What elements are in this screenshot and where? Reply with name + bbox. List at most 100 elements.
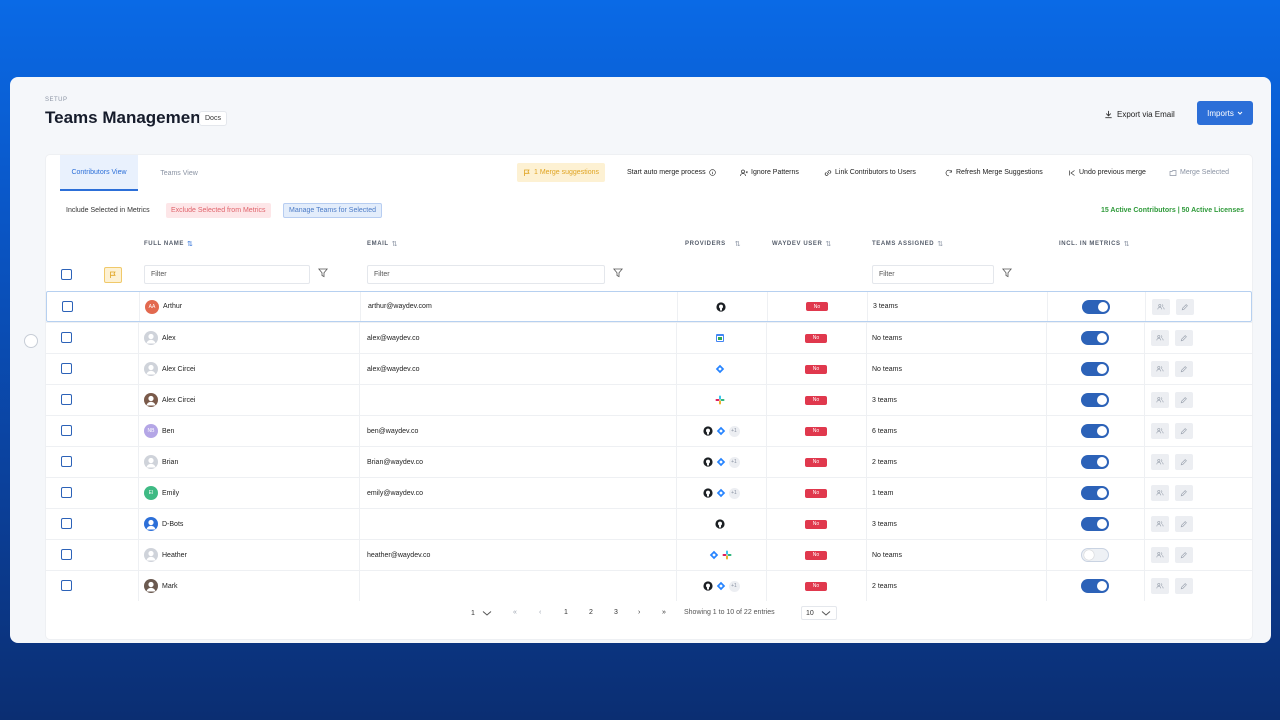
incl-metrics-toggle[interactable] bbox=[1081, 517, 1109, 531]
row-checkbox[interactable] bbox=[61, 580, 72, 591]
tab-teams-view[interactable]: Teams View bbox=[144, 155, 214, 191]
ignore-patterns-button[interactable]: Ignore Patterns bbox=[734, 163, 805, 182]
page-button-2[interactable]: 2 bbox=[589, 609, 593, 616]
page-select[interactable]: 1 bbox=[471, 609, 493, 617]
more-providers-badge[interactable]: +1 bbox=[728, 487, 740, 499]
col-header-waydev-user[interactable]: WAYDEV USER ⇅ bbox=[772, 240, 832, 248]
more-providers-badge[interactable]: +1 bbox=[728, 425, 740, 437]
manage-teams-row-button[interactable] bbox=[1151, 361, 1169, 377]
exclude-selected-button[interactable]: Exclude Selected from Metrics bbox=[166, 203, 271, 218]
undo-label: Undo previous merge bbox=[1079, 169, 1146, 176]
incl-metrics-toggle[interactable] bbox=[1081, 455, 1109, 469]
more-providers-badge[interactable]: +1 bbox=[728, 580, 740, 592]
merge-suggestions-button[interactable]: 1 Merge suggestions bbox=[517, 163, 605, 182]
incl-metrics-toggle[interactable] bbox=[1081, 548, 1109, 562]
refresh-label: Refresh Merge Suggestions bbox=[956, 169, 1043, 176]
manage-teams-row-button[interactable] bbox=[1151, 547, 1169, 563]
column-divider bbox=[1144, 385, 1145, 415]
row-checkbox[interactable] bbox=[61, 456, 72, 467]
incl-metrics-toggle[interactable] bbox=[1082, 299, 1110, 314]
table-row[interactable]: Alex Circei alex@waydev.co No No teams bbox=[46, 353, 1252, 384]
flag-filter-button[interactable] bbox=[104, 267, 122, 283]
incl-metrics-toggle[interactable] bbox=[1081, 579, 1109, 593]
edit-row-button[interactable] bbox=[1175, 547, 1193, 563]
edit-row-button[interactable] bbox=[1175, 423, 1193, 439]
col-header-incl-metrics[interactable]: INCL. IN METRICS ⇅ bbox=[1059, 240, 1130, 248]
row-checkbox[interactable] bbox=[61, 518, 72, 529]
first-page-button[interactable]: « bbox=[513, 609, 517, 616]
incl-metrics-toggle[interactable] bbox=[1081, 486, 1109, 500]
page-size-select[interactable]: 10 bbox=[801, 606, 837, 620]
docs-button[interactable]: Docs bbox=[199, 111, 227, 126]
edit-row-button[interactable] bbox=[1175, 330, 1193, 346]
page-button-3[interactable]: 3 bbox=[614, 609, 618, 616]
table-row[interactable]: Mark +1 No 2 teams bbox=[46, 570, 1252, 601]
table-row[interactable]: Alex alex@waydev.co No No teams bbox=[46, 322, 1252, 353]
manage-teams-row-button[interactable] bbox=[1151, 516, 1169, 532]
filter-icon[interactable] bbox=[613, 268, 623, 278]
page-button-1[interactable]: 1 bbox=[564, 609, 568, 616]
teams-assigned-cell: 3 teams bbox=[872, 396, 897, 404]
filter-icon[interactable] bbox=[318, 268, 328, 278]
row-checkbox[interactable] bbox=[61, 487, 72, 498]
tab-contributors-view[interactable]: Contributors View bbox=[60, 155, 138, 191]
manage-teams-button[interactable]: Manage Teams for Selected bbox=[283, 203, 383, 218]
manage-teams-row-button[interactable] bbox=[1151, 454, 1169, 470]
col-header-email[interactable]: EMAIL ⇅ bbox=[367, 240, 398, 248]
column-divider bbox=[138, 323, 139, 353]
edit-row-button[interactable] bbox=[1175, 454, 1193, 470]
col-header-providers[interactable]: PROVIDERS ⇅ bbox=[685, 240, 741, 248]
col-header-teams-assigned[interactable]: TEAMS ASSIGNED ⇅ bbox=[872, 240, 944, 248]
row-checkbox[interactable] bbox=[61, 394, 72, 405]
more-providers-badge[interactable]: +1 bbox=[728, 456, 740, 468]
manage-teams-row-button[interactable] bbox=[1151, 423, 1169, 439]
imports-button[interactable]: Imports bbox=[1197, 101, 1253, 125]
link-contributors-button[interactable]: Link Contributors to Users bbox=[818, 163, 922, 182]
merge-selected-button[interactable]: Merge Selected bbox=[1163, 163, 1235, 182]
refresh-merge-suggestions-button[interactable]: Refresh Merge Suggestions bbox=[939, 163, 1049, 182]
row-checkbox[interactable] bbox=[61, 363, 72, 374]
edit-row-button[interactable] bbox=[1175, 516, 1193, 532]
incl-metrics-toggle[interactable] bbox=[1081, 331, 1109, 345]
table-row[interactable]: EI Emily emily@waydev.co +1 No 1 team bbox=[46, 477, 1252, 508]
table-row[interactable]: AA Arthur arthur@waydev.com No 3 teams bbox=[46, 291, 1252, 322]
table-row[interactable]: NB Ben ben@waydev.co +1 No 6 teams bbox=[46, 415, 1252, 446]
table-row[interactable]: D-Bots No 3 teams bbox=[46, 508, 1252, 539]
col-header-full-name[interactable]: FULL NAME ⇅ bbox=[144, 240, 193, 248]
table-row[interactable]: Alex Circei No 3 teams bbox=[46, 384, 1252, 415]
row-checkbox[interactable] bbox=[62, 301, 73, 312]
edit-row-button[interactable] bbox=[1175, 361, 1193, 377]
manage-teams-row-button[interactable] bbox=[1151, 330, 1169, 346]
table-row[interactable]: Brian Brian@waydev.co +1 No 2 teams bbox=[46, 446, 1252, 477]
undo-merge-button[interactable]: Undo previous merge bbox=[1062, 163, 1152, 182]
manage-teams-row-button[interactable] bbox=[1151, 578, 1169, 594]
row-checkbox[interactable] bbox=[61, 425, 72, 436]
incl-metrics-toggle[interactable] bbox=[1081, 393, 1109, 407]
edit-row-button[interactable] bbox=[1175, 392, 1193, 408]
email-filter-input[interactable]: Filter bbox=[367, 265, 605, 284]
name-filter-input[interactable]: Filter bbox=[144, 265, 310, 284]
teams-assigned-cell: 6 teams bbox=[872, 427, 897, 435]
manage-teams-row-button[interactable] bbox=[1152, 298, 1170, 315]
edit-row-button[interactable] bbox=[1176, 298, 1194, 315]
incl-metrics-toggle[interactable] bbox=[1081, 362, 1109, 376]
row-checkbox[interactable] bbox=[61, 549, 72, 560]
next-page-button[interactable]: › bbox=[638, 609, 640, 616]
column-divider bbox=[867, 292, 868, 321]
edit-row-button[interactable] bbox=[1175, 485, 1193, 501]
prev-page-button[interactable]: ‹ bbox=[539, 609, 541, 616]
row-checkbox[interactable] bbox=[61, 332, 72, 343]
export-via-email-button[interactable]: Export via Email bbox=[1104, 106, 1175, 122]
auto-merge-label: Start auto merge process bbox=[627, 169, 706, 176]
include-selected-button[interactable]: Include Selected in Metrics bbox=[66, 207, 150, 214]
table-row[interactable]: Heather heather@waydev.co No No teams bbox=[46, 539, 1252, 570]
manage-teams-row-button[interactable] bbox=[1151, 392, 1169, 408]
manage-teams-row-button[interactable] bbox=[1151, 485, 1169, 501]
edit-row-button[interactable] bbox=[1175, 578, 1193, 594]
incl-metrics-toggle[interactable] bbox=[1081, 424, 1109, 438]
last-page-button[interactable]: » bbox=[662, 609, 666, 616]
teams-filter-input[interactable]: Filter bbox=[872, 265, 994, 284]
select-all-checkbox[interactable] bbox=[61, 269, 72, 280]
start-auto-merge-button[interactable]: Start auto merge process bbox=[621, 163, 722, 182]
filter-icon[interactable] bbox=[1002, 268, 1012, 278]
